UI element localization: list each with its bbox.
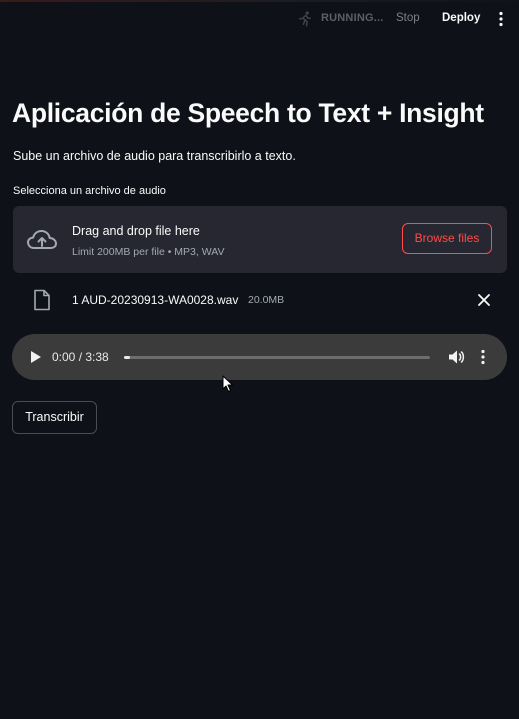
play-icon[interactable] [30, 350, 42, 364]
audio-progress-bar[interactable] [124, 356, 430, 359]
file-icon [34, 289, 50, 311]
file-size: 20.0MB [248, 294, 285, 306]
file-dropzone[interactable]: Drag and drop file here Limit 200MB per … [13, 206, 507, 273]
dropzone-limit-text: Limit 200MB per file • MP3, WAV [72, 246, 225, 258]
volume-icon[interactable] [448, 349, 465, 365]
main-menu-icon[interactable] [494, 10, 508, 28]
audio-player: 0:00 / 3:38 [12, 334, 507, 380]
app-header: RUNNING... Stop Deploy [0, 0, 519, 38]
dropzone-title: Drag and drop file here [72, 224, 200, 238]
audio-more-options-icon[interactable] [479, 349, 487, 365]
mouse-cursor-icon [222, 375, 233, 392]
running-icon [299, 11, 311, 27]
audio-time-display: 0:00 / 3:38 [52, 350, 109, 364]
uploader-label: Selecciona un archivo de audio [13, 185, 166, 197]
file-name: 1 AUD-20230913-WA0028.wav [72, 293, 239, 307]
running-status-text: RUNNING... [321, 12, 384, 24]
app-page: RUNNING... Stop Deploy Aplicación de Spe… [0, 0, 519, 719]
close-icon[interactable] [477, 293, 491, 307]
page-subtitle: Sube un archivo de audio para transcribi… [13, 149, 296, 163]
browse-files-button[interactable]: Browse files [402, 223, 492, 254]
stop-button[interactable]: Stop [396, 12, 420, 24]
page-title: Aplicación de Speech to Text + Insight [12, 98, 484, 128]
cloud-upload-icon [27, 230, 57, 249]
transcribe-button[interactable]: Transcribir [12, 401, 97, 434]
audio-progress-fill [124, 356, 131, 359]
uploaded-file-item: 1 AUD-20230913-WA0028.wav 20.0MB [13, 284, 507, 316]
deploy-button[interactable]: Deploy [442, 12, 480, 24]
